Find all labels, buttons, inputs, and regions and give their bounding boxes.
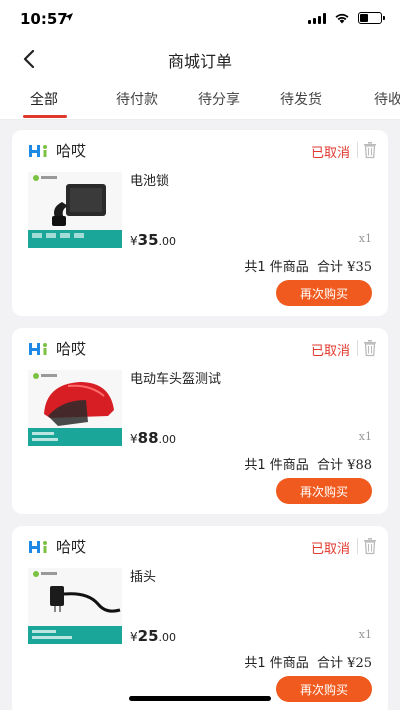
active-tab-indicator bbox=[23, 115, 67, 118]
product-name[interactable]: 电池锁 bbox=[130, 170, 169, 189]
product-name[interactable]: 插头 bbox=[130, 566, 156, 585]
divider bbox=[357, 142, 358, 158]
cellular-signal-icon bbox=[308, 12, 326, 24]
shop-name: 哈哎 bbox=[56, 142, 87, 160]
order-status: 已取消 bbox=[310, 344, 350, 359]
shop-logo-icon bbox=[29, 144, 47, 157]
status-time: 10:57 bbox=[20, 10, 68, 28]
product-image[interactable] bbox=[28, 370, 122, 446]
product-quantity: x1 bbox=[358, 628, 372, 641]
trash-icon[interactable] bbox=[362, 537, 378, 555]
tab-pending-shipment[interactable]: 待发货 bbox=[280, 89, 322, 109]
order-card: 哈哎 已取消 插头 ¥25.00 x1 共1 件商品 合计 ¥25 再次购买 bbox=[12, 526, 388, 710]
shop-name: 哈哎 bbox=[56, 538, 87, 556]
buy-again-button[interactable]: 再次购买 bbox=[276, 280, 372, 306]
trash-icon[interactable] bbox=[362, 141, 378, 159]
divider bbox=[357, 340, 358, 356]
shop-name: 哈哎 bbox=[56, 340, 87, 358]
buy-again-button[interactable]: 再次购买 bbox=[276, 478, 372, 504]
divider bbox=[357, 538, 358, 554]
product-quantity: x1 bbox=[358, 232, 372, 245]
shop-header: 哈哎 bbox=[28, 140, 86, 161]
product-price: ¥88.00 bbox=[130, 429, 177, 447]
wifi-icon bbox=[335, 13, 349, 24]
product-image[interactable] bbox=[28, 568, 122, 644]
battery-icon bbox=[358, 12, 385, 24]
status-bar: 10:57 bbox=[0, 0, 400, 38]
status-icons bbox=[308, 12, 385, 24]
buy-again-button[interactable]: 再次购买 bbox=[276, 676, 372, 702]
shop-logo-icon bbox=[29, 342, 47, 355]
tab-all[interactable]: 全部 bbox=[30, 89, 58, 109]
home-indicator[interactable] bbox=[129, 696, 271, 701]
nav-bar: 商城订单 bbox=[0, 38, 400, 78]
order-summary: 共1 件商品 合计 ¥25 bbox=[244, 656, 372, 671]
tab-pending-share[interactable]: 待分享 bbox=[198, 89, 240, 109]
product-price: ¥35.00 bbox=[130, 231, 177, 249]
product-quantity: x1 bbox=[358, 430, 372, 443]
order-summary: 共1 件商品 合计 ¥35 bbox=[244, 260, 372, 275]
shop-header: 哈哎 bbox=[28, 536, 86, 557]
order-status-tabs: 全部 待付款 待分享 待发货 待收 bbox=[0, 78, 400, 120]
page-title: 商城订单 bbox=[167, 52, 232, 71]
location-arrow-icon bbox=[65, 13, 73, 21]
order-summary: 共1 件商品 合计 ¥88 bbox=[244, 458, 372, 473]
order-card: 哈哎 已取消 电池锁 ¥35.00 x1 共1 件商品 合计 ¥35 再次购买 bbox=[12, 130, 388, 316]
order-status: 已取消 bbox=[310, 146, 350, 161]
product-price: ¥25.00 bbox=[130, 627, 177, 645]
product-image[interactable] bbox=[28, 172, 122, 248]
order-card: 哈哎 已取消 电动车头盔测试 ¥88.00 x1 共1 件商品 合计 ¥88 再… bbox=[12, 328, 388, 514]
shop-logo-icon bbox=[29, 540, 47, 553]
tab-pending-payment[interactable]: 待付款 bbox=[116, 89, 158, 109]
tab-pending-receipt[interactable]: 待收 bbox=[374, 89, 400, 109]
product-name[interactable]: 电动车头盔测试 bbox=[130, 368, 221, 387]
order-status: 已取消 bbox=[310, 542, 350, 557]
shop-header: 哈哎 bbox=[28, 338, 86, 359]
trash-icon[interactable] bbox=[362, 339, 378, 357]
